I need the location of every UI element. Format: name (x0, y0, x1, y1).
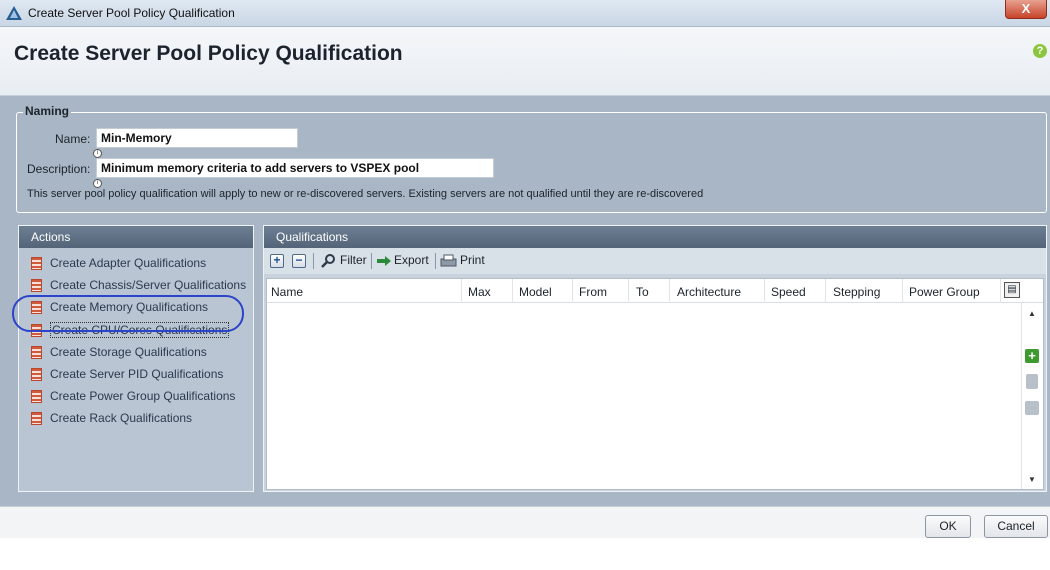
column-header-name[interactable]: Name (271, 285, 303, 299)
app-logo-icon (6, 6, 22, 20)
qualification-note: This server pool policy qualification wi… (27, 188, 704, 200)
trash-icon[interactable] (1026, 374, 1038, 389)
add-icon[interactable]: + (270, 254, 284, 268)
column-header-power-group[interactable]: Power Group (909, 285, 980, 299)
action-create-power-group[interactable]: Create Power Group Qualifications (19, 386, 253, 408)
description-field[interactable]: Minimum memory criteria to add servers t… (96, 158, 494, 178)
naming-legend: Naming (23, 104, 72, 118)
column-divider (902, 279, 903, 303)
column-divider (512, 279, 513, 303)
column-divider (628, 279, 629, 303)
filter-button[interactable]: Filter (340, 253, 367, 267)
action-create-cpu-cores[interactable]: Create CPU/Cores Qualifications (19, 320, 253, 342)
remove-icon[interactable]: − (292, 254, 306, 268)
filter-icon (321, 254, 335, 268)
action-policy-icon (31, 323, 42, 337)
toolbar-divider (313, 253, 314, 269)
actions-panel-title: Actions (19, 226, 253, 248)
column-divider (461, 279, 462, 303)
window-close-icon[interactable]: X (1005, 0, 1047, 19)
action-policy-icon (31, 345, 42, 359)
qualifications-panel-title: Qualifications (264, 226, 1046, 248)
print-icon (440, 254, 457, 267)
cancel-button[interactable]: Cancel (984, 515, 1048, 538)
help-icon[interactable]: ? (1033, 44, 1047, 58)
dialog-content: Naming Name: Min-Memory i Description: M… (0, 96, 1050, 506)
info-icon: i (93, 149, 102, 158)
action-policy-icon (31, 367, 42, 381)
ok-button[interactable]: OK (925, 515, 971, 538)
action-create-rack[interactable]: Create Rack Qualifications (19, 408, 253, 430)
column-header-from[interactable]: From (579, 285, 607, 299)
print-button[interactable]: Print (460, 253, 485, 267)
qualifications-panel: Qualifications + − Filter Export Print N… (263, 225, 1047, 492)
name-field[interactable]: Min-Memory (96, 128, 298, 148)
action-policy-icon (31, 301, 42, 315)
side-add-icon[interactable]: + (1025, 349, 1039, 363)
column-chooser-icon[interactable]: ▤ (1004, 282, 1020, 298)
qualifications-table: Name Max Model From To Architecture Spee… (266, 278, 1044, 490)
column-divider (669, 279, 670, 303)
column-header-stepping[interactable]: Stepping (833, 285, 880, 299)
column-divider (1000, 279, 1001, 303)
action-create-storage[interactable]: Create Storage Qualifications (19, 342, 253, 364)
action-policy-icon (31, 257, 42, 270)
qualifications-toolbar: + − Filter Export Print (264, 248, 1046, 274)
column-divider (572, 279, 573, 303)
column-header-speed[interactable]: Speed (771, 285, 806, 299)
actions-panel: Actions Create Adapter Qualifications Cr… (18, 225, 254, 492)
info-icon: i (93, 179, 102, 188)
column-header-architecture[interactable]: Architecture (677, 285, 741, 299)
table-vertical-scrollbar[interactable]: ▲ ▼ (1021, 303, 1043, 489)
actions-list: Create Adapter Qualifications Create Cha… (19, 248, 253, 431)
action-policy-icon (31, 390, 42, 404)
column-header-to[interactable]: To (636, 285, 649, 299)
dialog-header: Create Server Pool Policy Qualification … (0, 27, 1050, 96)
scroll-up-icon[interactable]: ▲ (1028, 309, 1036, 318)
page-title: Create Server Pool Policy Qualification (14, 42, 403, 65)
action-create-server-pid[interactable]: Create Server PID Qualifications (19, 364, 253, 386)
action-policy-icon (31, 279, 42, 293)
window-titlebar: Create Server Pool Policy Qualification … (0, 0, 1050, 27)
toolbar-divider (435, 253, 436, 269)
copy-icon[interactable] (1025, 401, 1039, 415)
action-create-adapter[interactable]: Create Adapter Qualifications (19, 253, 253, 275)
toolbar-divider (371, 253, 372, 269)
column-header-max[interactable]: Max (468, 285, 491, 299)
window-title: Create Server Pool Policy Qualification (28, 6, 235, 20)
action-policy-icon (31, 412, 42, 426)
table-header: Name Max Model From To Architecture Spee… (267, 279, 1043, 303)
column-divider (764, 279, 765, 303)
action-create-memory[interactable]: Create Memory Qualifications (19, 297, 253, 319)
description-label: Description: (27, 162, 91, 176)
naming-section: Naming Name: Min-Memory i Description: M… (16, 104, 1047, 213)
column-header-model[interactable]: Model (519, 285, 552, 299)
dialog-footer: OK Cancel (0, 506, 1050, 538)
export-icon (377, 256, 391, 266)
column-divider (825, 279, 826, 303)
export-button[interactable]: Export (394, 253, 429, 267)
name-label: Name: (55, 132, 91, 146)
action-create-chassis-server[interactable]: Create Chassis/Server Qualifications (19, 275, 253, 297)
scroll-down-icon[interactable]: ▼ (1028, 475, 1036, 484)
